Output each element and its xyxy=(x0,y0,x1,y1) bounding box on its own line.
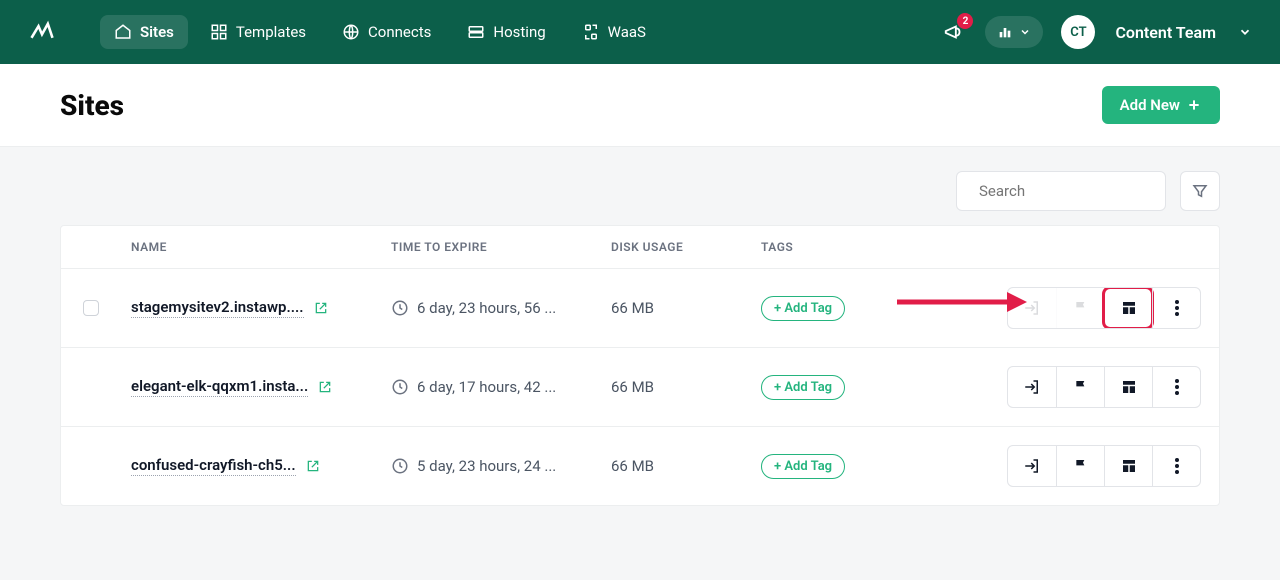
disk-usage: 66 MB xyxy=(611,457,761,475)
row-actions xyxy=(981,445,1209,487)
clock-icon xyxy=(391,378,409,396)
template-icon xyxy=(1120,457,1138,475)
nav-hosting[interactable]: Hosting xyxy=(453,15,559,49)
table-header: NAME TIME TO EXPIRE DISK USAGE TAGS xyxy=(61,226,1219,268)
login-icon xyxy=(1023,378,1041,396)
filter-button[interactable] xyxy=(1180,171,1220,211)
chevron-down-icon xyxy=(1238,25,1252,39)
more-vertical-icon xyxy=(1175,379,1179,395)
flag-icon xyxy=(1073,379,1089,395)
col-ttl: TIME TO EXPIRE xyxy=(391,240,611,254)
page-title: Sites xyxy=(60,89,124,122)
add-tag-button[interactable]: + Add Tag xyxy=(761,454,845,479)
sites-table: NAME TIME TO EXPIRE DISK USAGE TAGS stag… xyxy=(60,225,1220,506)
flag-action[interactable] xyxy=(1056,367,1104,407)
login-icon xyxy=(1023,299,1041,317)
globe-icon xyxy=(342,23,360,41)
flag-action[interactable] xyxy=(1056,288,1104,328)
flag-action[interactable] xyxy=(1056,446,1104,486)
table-row: confused-crayfish-ch5... 5 day, 23 hours… xyxy=(61,426,1219,505)
more-action[interactable] xyxy=(1152,288,1200,328)
site-name-text: confused-crayfish-ch5... xyxy=(131,456,296,476)
external-link-icon xyxy=(318,380,332,394)
flag-icon xyxy=(1073,458,1089,474)
clock-icon xyxy=(391,457,409,475)
login-action[interactable] xyxy=(1008,288,1056,328)
row-checkbox[interactable] xyxy=(83,300,99,316)
nav-waas-label: WaaS xyxy=(608,23,646,41)
search-input[interactable] xyxy=(979,182,1178,200)
search-box[interactable] xyxy=(956,171,1166,211)
login-action[interactable] xyxy=(1008,446,1056,486)
more-action[interactable] xyxy=(1152,367,1200,407)
external-link-icon xyxy=(314,301,328,315)
external-link-icon xyxy=(306,459,320,473)
bar-chart-icon xyxy=(997,24,1013,40)
col-name: NAME xyxy=(131,240,391,254)
nav-templates[interactable]: Templates xyxy=(196,15,320,49)
col-tags: TAGS xyxy=(761,240,981,254)
nav-connects-label: Connects xyxy=(368,23,431,41)
more-vertical-icon xyxy=(1175,458,1179,474)
table-row: stagemysitev2.instawp.... 6 day, 23 hour… xyxy=(61,268,1219,347)
clock-icon xyxy=(391,299,409,317)
more-action[interactable] xyxy=(1152,446,1200,486)
templates-icon xyxy=(210,23,228,41)
nav-hosting-label: Hosting xyxy=(493,23,545,41)
site-name-text: stagemysitev2.instawp.... xyxy=(131,298,304,318)
nav-sites-label: Sites xyxy=(140,23,174,41)
disk-usage: 66 MB xyxy=(611,378,761,396)
nav-templates-label: Templates xyxy=(236,23,306,41)
login-icon xyxy=(1023,457,1041,475)
nav-waas[interactable]: WaaS xyxy=(568,15,660,49)
row-actions: Save Template xyxy=(981,287,1209,329)
more-vertical-icon xyxy=(1175,300,1179,316)
time-to-expire: 5 day, 23 hours, 24 ... xyxy=(391,457,611,475)
row-actions xyxy=(981,366,1209,408)
filter-icon xyxy=(1191,182,1209,200)
team-name[interactable]: Content Team xyxy=(1115,23,1216,42)
stats-button[interactable] xyxy=(985,16,1043,48)
add-new-button[interactable]: Add New xyxy=(1102,86,1220,124)
page-header: Sites Add New xyxy=(0,64,1280,147)
chevron-down-icon xyxy=(1019,26,1031,38)
server-icon xyxy=(467,23,485,41)
disk-usage: 66 MB xyxy=(611,299,761,317)
save-template-action[interactable] xyxy=(1104,367,1152,407)
save-template-action[interactable]: Save Template xyxy=(1104,288,1152,328)
site-link[interactable]: elegant-elk-qqxm1.insta... xyxy=(131,377,391,397)
avatar[interactable]: CT xyxy=(1061,15,1095,49)
home-icon xyxy=(114,23,132,41)
login-action[interactable] xyxy=(1008,367,1056,407)
add-tag-button[interactable]: + Add Tag xyxy=(761,375,845,400)
flag-icon xyxy=(1073,300,1089,316)
top-nav: Sites Templates Connects Hosting WaaS 2 … xyxy=(0,0,1280,64)
table-row: elegant-elk-qqxm1.insta... 6 day, 17 hou… xyxy=(61,347,1219,426)
notification-badge: 2 xyxy=(957,13,973,29)
site-link[interactable]: confused-crayfish-ch5... xyxy=(131,456,391,476)
time-to-expire: 6 day, 17 hours, 42 ... xyxy=(391,378,611,396)
waas-icon xyxy=(582,23,600,41)
plus-icon xyxy=(1186,97,1202,113)
template-icon xyxy=(1120,378,1138,396)
site-name-text: elegant-elk-qqxm1.insta... xyxy=(131,377,308,397)
col-disk: DISK USAGE xyxy=(611,240,761,254)
template-icon xyxy=(1120,299,1138,317)
add-new-label: Add New xyxy=(1120,96,1180,114)
list-toolbar xyxy=(0,147,1280,225)
notifications-button[interactable]: 2 xyxy=(937,15,971,49)
nav-connects[interactable]: Connects xyxy=(328,15,445,49)
site-link[interactable]: stagemysitev2.instawp.... xyxy=(131,298,391,318)
team-menu-caret[interactable] xyxy=(1238,25,1252,39)
save-template-action[interactable] xyxy=(1104,446,1152,486)
nav-sites[interactable]: Sites xyxy=(100,15,188,49)
add-tag-button[interactable]: + Add Tag xyxy=(761,296,845,321)
time-to-expire: 6 day, 23 hours, 56 ... xyxy=(391,299,611,317)
brand-logo[interactable] xyxy=(28,18,56,46)
